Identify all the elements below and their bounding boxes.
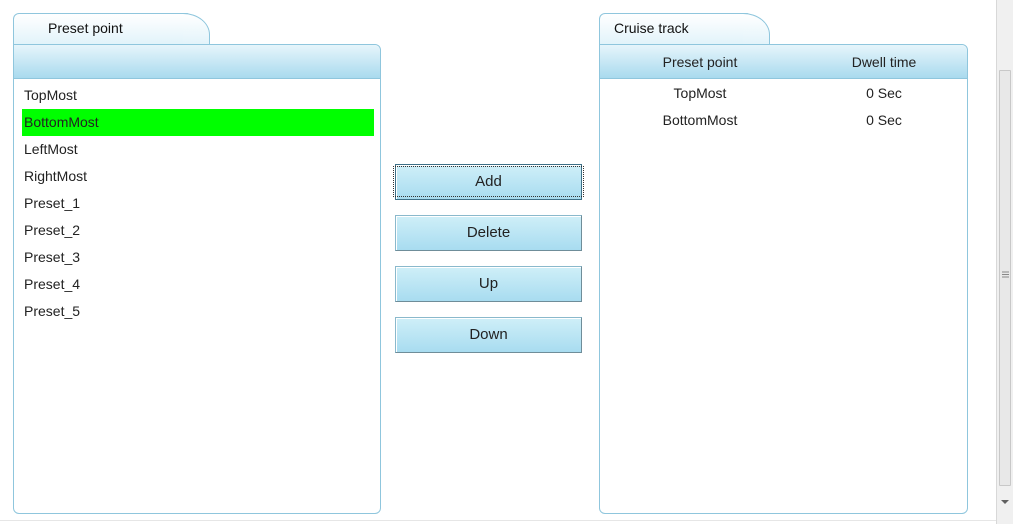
preset-point-panel: TopMost BottomMost LeftMost RightMost Pr… [13, 44, 381, 514]
add-button[interactable]: Add [393, 164, 584, 200]
list-item[interactable]: RightMost [22, 163, 374, 190]
preset-point-panel-header [14, 45, 380, 79]
tab-cruise-track[interactable]: Cruise track [599, 13, 749, 45]
table-row[interactable]: TopMost 0 Sec [600, 80, 967, 107]
delete-button-label: Delete [466, 224, 511, 241]
list-item[interactable]: Preset_4 [22, 271, 374, 298]
up-button-label: Up [478, 275, 499, 292]
list-item-selected[interactable]: BottomMost [22, 109, 374, 136]
table-row[interactable]: BottomMost 0 Sec [600, 107, 967, 134]
column-header-preset-point: Preset point [662, 53, 738, 70]
divider [0, 520, 996, 521]
down-button-label: Down [469, 326, 508, 343]
cruise-table-header: Preset point Dwell time [600, 45, 967, 78]
list-item[interactable]: Preset_5 [22, 298, 374, 325]
delete-button[interactable]: Delete [395, 215, 582, 251]
list-item[interactable]: Preset_3 [22, 244, 374, 271]
grip-icon [1002, 271, 1009, 278]
tab-preset-point[interactable]: Preset point [13, 13, 189, 45]
preset-list: TopMost BottomMost LeftMost RightMost Pr… [22, 82, 374, 325]
cruise-track-panel: Preset point Dwell time TopMost 0 Sec Bo… [599, 44, 968, 514]
list-item[interactable]: TopMost [22, 82, 374, 109]
cell-dwell: 0 Sec [866, 112, 902, 128]
tab-cruise-track-label: Cruise track [614, 20, 689, 36]
down-button[interactable]: Down [395, 317, 582, 353]
cell-preset: BottomMost [662, 112, 738, 128]
list-item[interactable]: Preset_2 [22, 217, 374, 244]
cell-dwell: 0 Sec [866, 85, 902, 101]
list-item[interactable]: Preset_1 [22, 190, 374, 217]
cruise-table-body: TopMost 0 Sec BottomMost 0 Sec [600, 80, 967, 134]
list-item[interactable]: LeftMost [22, 136, 374, 163]
column-header-dwell-time: Dwell time [851, 53, 917, 70]
tab-preset-point-label: Preset point [48, 20, 123, 36]
vertical-scrollbar[interactable] [996, 0, 1013, 524]
scrollbar-thumb[interactable] [999, 70, 1011, 486]
up-button[interactable]: Up [395, 266, 582, 302]
cruise-track-panel-header: Preset point Dwell time [600, 45, 967, 79]
chevron-down-icon[interactable] [1001, 500, 1009, 504]
cell-preset: TopMost [673, 85, 727, 101]
add-button-label: Add [393, 166, 584, 197]
